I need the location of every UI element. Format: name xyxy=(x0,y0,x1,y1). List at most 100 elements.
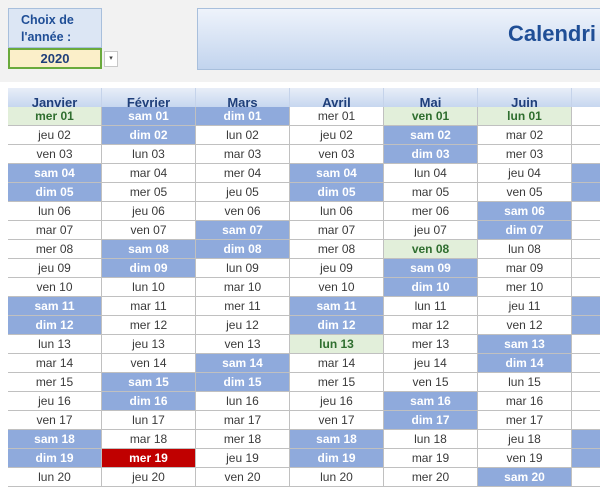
day-cell[interactable]: lun 20 xyxy=(8,468,102,487)
day-cell[interactable]: lun 03 xyxy=(102,145,196,164)
day-cell[interactable] xyxy=(572,259,600,278)
day-cell[interactable]: dim 10 xyxy=(384,278,478,297)
day-cell[interactable]: jeu 14 xyxy=(384,354,478,373)
day-cell[interactable]: lun 04 xyxy=(384,164,478,183)
day-cell[interactable]: sam 18 xyxy=(8,430,102,449)
day-cell[interactable]: lun 15 xyxy=(478,373,572,392)
day-cell[interactable]: mer 04 xyxy=(196,164,290,183)
day-cell[interactable]: mar 16 xyxy=(478,392,572,411)
day-cell[interactable] xyxy=(572,202,600,221)
day-cell[interactable]: sam 15 xyxy=(102,373,196,392)
day-cell[interactable]: mer 01 xyxy=(290,107,384,126)
day-cell[interactable]: lun 01 xyxy=(478,107,572,126)
day-cell[interactable]: ven 15 xyxy=(384,373,478,392)
day-cell[interactable]: jeu 09 xyxy=(290,259,384,278)
day-cell[interactable]: dim 16 xyxy=(102,392,196,411)
day-cell[interactable]: lun 06 xyxy=(8,202,102,221)
day-cell[interactable]: lun 06 xyxy=(290,202,384,221)
day-cell[interactable]: ven 10 xyxy=(290,278,384,297)
day-cell[interactable]: mar 11 xyxy=(102,297,196,316)
day-cell[interactable]: mer 13 xyxy=(384,335,478,354)
day-cell[interactable] xyxy=(572,316,600,335)
day-cell[interactable] xyxy=(572,183,600,202)
day-cell[interactable]: lun 11 xyxy=(384,297,478,316)
day-cell[interactable]: ven 10 xyxy=(8,278,102,297)
day-cell[interactable]: dim 12 xyxy=(8,316,102,335)
day-cell[interactable]: mar 12 xyxy=(384,316,478,335)
day-cell[interactable]: jeu 20 xyxy=(102,468,196,487)
day-cell[interactable]: mer 08 xyxy=(8,240,102,259)
day-cell[interactable]: dim 05 xyxy=(290,183,384,202)
day-cell[interactable]: mer 15 xyxy=(290,373,384,392)
day-cell[interactable]: mar 10 xyxy=(196,278,290,297)
day-cell[interactable] xyxy=(572,354,600,373)
day-cell[interactable] xyxy=(572,240,600,259)
day-cell[interactable]: sam 16 xyxy=(384,392,478,411)
day-cell[interactable]: mer 08 xyxy=(290,240,384,259)
day-cell[interactable]: mar 18 xyxy=(102,430,196,449)
day-cell[interactable]: mer 19 xyxy=(102,449,196,468)
day-cell[interactable] xyxy=(572,449,600,468)
day-cell[interactable]: ven 01 xyxy=(384,107,478,126)
day-cell[interactable]: lun 13 xyxy=(8,335,102,354)
day-cell[interactable] xyxy=(572,468,600,487)
day-cell[interactable]: dim 15 xyxy=(196,373,290,392)
day-cell[interactable]: dim 02 xyxy=(102,126,196,145)
day-cell[interactable]: mer 10 xyxy=(478,278,572,297)
day-cell[interactable] xyxy=(572,411,600,430)
day-cell[interactable]: sam 18 xyxy=(290,430,384,449)
day-cell[interactable]: lun 17 xyxy=(102,411,196,430)
chevron-down-icon[interactable]: ▾ xyxy=(104,51,118,67)
day-cell[interactable]: mer 12 xyxy=(102,316,196,335)
day-cell[interactable]: dim 12 xyxy=(290,316,384,335)
day-cell[interactable] xyxy=(572,107,600,126)
day-cell[interactable]: sam 01 xyxy=(102,107,196,126)
day-cell[interactable]: dim 09 xyxy=(102,259,196,278)
day-cell[interactable]: jeu 05 xyxy=(196,183,290,202)
day-cell[interactable]: mar 04 xyxy=(102,164,196,183)
day-cell[interactable]: mer 11 xyxy=(196,297,290,316)
day-cell[interactable]: lun 09 xyxy=(196,259,290,278)
day-cell[interactable]: mar 17 xyxy=(196,411,290,430)
day-cell[interactable]: mer 01 xyxy=(8,107,102,126)
day-cell[interactable]: ven 08 xyxy=(384,240,478,259)
day-cell[interactable]: jeu 18 xyxy=(478,430,572,449)
day-cell[interactable]: jeu 09 xyxy=(8,259,102,278)
day-cell[interactable]: dim 03 xyxy=(384,145,478,164)
day-cell[interactable] xyxy=(572,373,600,392)
day-cell[interactable] xyxy=(572,430,600,449)
day-cell[interactable]: sam 04 xyxy=(8,164,102,183)
day-cell[interactable]: jeu 12 xyxy=(196,316,290,335)
day-cell[interactable]: mar 07 xyxy=(290,221,384,240)
day-cell[interactable]: ven 13 xyxy=(196,335,290,354)
day-cell[interactable] xyxy=(572,297,600,316)
year-picker-value[interactable]: 2020 xyxy=(8,48,102,69)
day-cell[interactable] xyxy=(572,164,600,183)
day-cell[interactable]: mer 05 xyxy=(102,183,196,202)
day-cell[interactable]: ven 20 xyxy=(196,468,290,487)
day-cell[interactable]: lun 16 xyxy=(196,392,290,411)
day-cell[interactable]: sam 11 xyxy=(290,297,384,316)
day-cell[interactable]: lun 18 xyxy=(384,430,478,449)
day-cell[interactable]: ven 17 xyxy=(290,411,384,430)
day-cell[interactable]: lun 20 xyxy=(290,468,384,487)
day-cell[interactable]: ven 12 xyxy=(478,316,572,335)
day-cell[interactable]: ven 19 xyxy=(478,449,572,468)
day-cell[interactable]: ven 14 xyxy=(102,354,196,373)
day-cell[interactable]: dim 19 xyxy=(290,449,384,468)
day-cell[interactable]: ven 17 xyxy=(8,411,102,430)
day-cell[interactable]: sam 11 xyxy=(8,297,102,316)
day-cell[interactable]: mer 03 xyxy=(478,145,572,164)
day-cell[interactable]: mer 20 xyxy=(384,468,478,487)
day-cell[interactable]: ven 05 xyxy=(478,183,572,202)
day-cell[interactable]: mar 14 xyxy=(8,354,102,373)
day-cell[interactable] xyxy=(572,145,600,164)
day-cell[interactable]: mer 17 xyxy=(478,411,572,430)
day-cell[interactable] xyxy=(572,278,600,297)
day-cell[interactable]: mer 06 xyxy=(384,202,478,221)
day-cell[interactable]: lun 08 xyxy=(478,240,572,259)
day-cell[interactable]: ven 03 xyxy=(8,145,102,164)
day-cell[interactable]: mar 03 xyxy=(196,145,290,164)
day-cell[interactable]: sam 08 xyxy=(102,240,196,259)
day-cell[interactable]: lun 02 xyxy=(196,126,290,145)
